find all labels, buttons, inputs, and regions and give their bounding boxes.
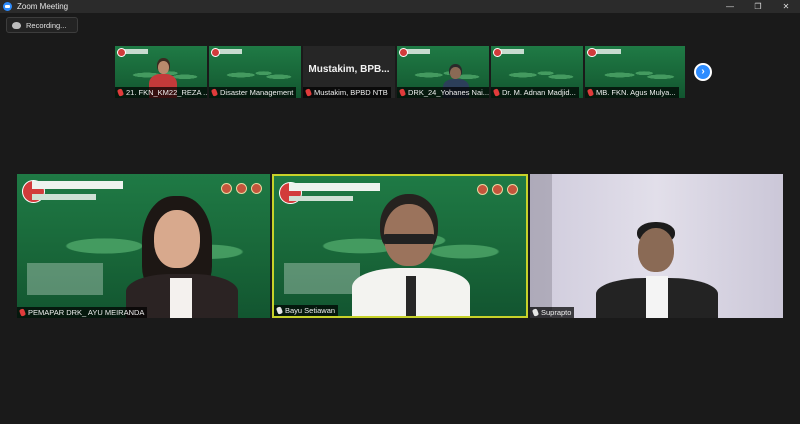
- active-speaker-tile[interactable]: Bayu Setiawan: [272, 174, 528, 318]
- participant-thumbnail[interactable]: Dr. M. Adnan Madjid...: [491, 46, 583, 98]
- next-page-button[interactable]: ›: [694, 63, 712, 81]
- muted-mic-icon: [18, 308, 27, 317]
- recording-indicator[interactable]: Recording...: [6, 17, 78, 33]
- recording-label: Recording...: [26, 20, 67, 30]
- muted-mic-icon: [398, 88, 407, 97]
- muted-mic-icon: [275, 306, 284, 315]
- muted-mic-icon: [210, 88, 219, 97]
- participant-name: 21. FKN_KM22_REZA ...: [115, 87, 207, 98]
- participant-thumbnail[interactable]: MB. FKN. Agus Mulya...: [585, 46, 685, 98]
- participant-name: Disaster Management: [209, 87, 297, 98]
- participant-name: PEMAPAR DRK_ AYU MEIRANDA: [17, 307, 148, 318]
- participant-name: DRK_24_Yohanes Nai...: [397, 87, 489, 98]
- participant-name: Mustakim, BPBD NTB: [303, 87, 391, 98]
- participant-name: Bayu Setiawan: [274, 305, 339, 316]
- maximize-button[interactable]: ❐: [746, 0, 770, 13]
- participant-thumbnail[interactable]: Disaster Management: [209, 46, 301, 98]
- participant-name: Suprapto: [530, 307, 575, 318]
- participant-video: [352, 194, 470, 316]
- minimize-button[interactable]: —: [718, 0, 742, 13]
- cloud-recording-icon: [12, 21, 21, 29]
- participant-name: MB. FKN. Agus Mulya...: [585, 87, 679, 98]
- close-button[interactable]: ✕: [774, 0, 798, 13]
- muted-mic-icon: [586, 88, 595, 97]
- participant-video: [596, 222, 718, 318]
- muted-mic-icon: [492, 88, 501, 97]
- participant-video: [114, 196, 250, 318]
- title-bar: Zoom Meeting: [0, 0, 800, 13]
- participant-name: Dr. M. Adnan Madjid...: [491, 87, 579, 98]
- muted-mic-icon: [116, 88, 125, 97]
- muted-mic-icon: [304, 88, 313, 97]
- video-tile[interactable]: Suprapto: [530, 174, 783, 318]
- participant-thumbnail[interactable]: Mustakim, BPB... Mustakim, BPBD NTB: [303, 46, 395, 98]
- muted-mic-icon: [531, 308, 540, 317]
- window-title: Zoom Meeting: [17, 2, 69, 11]
- participant-avatar-name: Mustakim, BPB...: [308, 64, 390, 75]
- participant-thumbnail[interactable]: DRK_24_Yohanes Nai...: [397, 46, 489, 98]
- video-tile[interactable]: PEMAPAR DRK_ AYU MEIRANDA: [17, 174, 270, 318]
- participant-thumbnail[interactable]: 21. FKN_KM22_REZA ...: [115, 46, 207, 98]
- zoom-logo-icon: [3, 2, 12, 11]
